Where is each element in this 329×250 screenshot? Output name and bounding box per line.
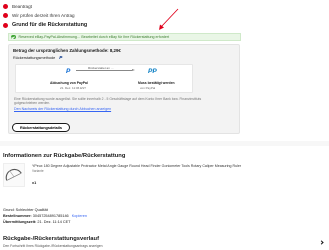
status-dot-icon xyxy=(3,22,8,28)
copy-order-link[interactable]: Kopieren xyxy=(72,214,87,218)
order-number-value: 30457254891785146 xyxy=(32,214,69,218)
history-subtitle: Den Fortschritt Ihres Rückgabe-/Rückerst… xyxy=(3,244,103,248)
protractor-image-icon xyxy=(5,168,22,181)
step-reason: Grund für die Rückerstattung xyxy=(3,22,87,28)
refund-timeline: P Rückerstattet an … PP Abbuchung von Pa… xyxy=(15,64,193,93)
order-number-row: Bestellnummer: 30457254891785146 Kopiere… xyxy=(3,214,87,218)
item-thumbnail[interactable] xyxy=(3,163,25,187)
timeline-line xyxy=(76,70,132,71)
step-requested: Beantragt xyxy=(3,4,32,9)
return-info-section: Informationen zur Rückgabe/Rückerstattun… xyxy=(0,146,329,250)
refund-info-text: Eine Rückerstattung wurde ausgelöst. Sie… xyxy=(14,97,202,106)
timeline-right-date: von PayPal xyxy=(140,86,156,90)
submitted-time-value: 21. Dez. 11:14 CET xyxy=(37,220,71,224)
submitted-time-row: Übermittlungszeit: 21. Dez. 11:14 CET xyxy=(3,220,70,224)
reason-value: Schlechter Qualität xyxy=(15,208,48,212)
chevron-right-icon[interactable] xyxy=(319,240,324,245)
refund-proof-link[interactable]: Den Nachweis der Rückerstattung durch Ab… xyxy=(14,107,111,111)
step-reviewing: Wir prüfen derzeit Ihren Antrag xyxy=(3,13,75,18)
item-quantity: x1 xyxy=(32,181,37,185)
refund-amount-title: Betrag der ursprünglichen Zahlungsmethod… xyxy=(13,48,121,53)
timeline-left-title: Abbuchung von PayPal xyxy=(50,81,88,85)
paypal-logo-icon: PP xyxy=(148,68,157,75)
timeline-right-title: Muss bestätigt werden xyxy=(138,81,175,85)
refund-status-card: Beantragt Wir prüfen derzeit Ihren Antra… xyxy=(0,0,329,141)
history-title[interactable]: Rückgabe-/Rückerstattungsverlauf xyxy=(3,236,99,242)
refund-details-button[interactable]: Rückerstattungsdetails xyxy=(12,123,70,132)
step-label: Wir prüfen derzeit Ihren Antrag xyxy=(12,13,75,18)
order-number-label: Bestellnummer: xyxy=(3,214,32,218)
status-dot-icon xyxy=(3,13,8,18)
reason-row: Grund: Schlechter Qualität xyxy=(3,208,48,212)
submitted-time-label: Übermittlungszeit: xyxy=(3,220,37,224)
section-title: Informationen zur Rückgabe/Rückerstattun… xyxy=(3,153,126,159)
status-dot-icon xyxy=(3,4,8,9)
success-notice: Reserved eBay-PayPal-Abstimmung… Bearbei… xyxy=(8,33,241,41)
notice-text: Reserved eBay-PayPal-Abstimmung… Bearbei… xyxy=(18,35,170,39)
refund-method-row: Rückerstattungsmethode P xyxy=(13,55,62,60)
item-variant: Variante xyxy=(32,169,44,173)
reason-label: Grund: xyxy=(3,208,15,212)
paypal-logo-icon: P xyxy=(59,55,63,60)
step-title: Grund für die Rückerstattung xyxy=(12,22,88,28)
refund-method-label: Rückerstattungsmethode xyxy=(13,55,56,60)
ebay-logo-icon: P xyxy=(66,68,71,75)
timeline-left-date: 21. Dez. 11:06 EST xyxy=(60,86,86,90)
timeline-arrow-icon xyxy=(132,68,135,71)
check-circle-icon xyxy=(11,34,16,40)
step-label: Beantragt xyxy=(12,4,32,9)
item-title[interactable]: YPeux 180 Degree Adjustable Protractor M… xyxy=(32,164,241,168)
